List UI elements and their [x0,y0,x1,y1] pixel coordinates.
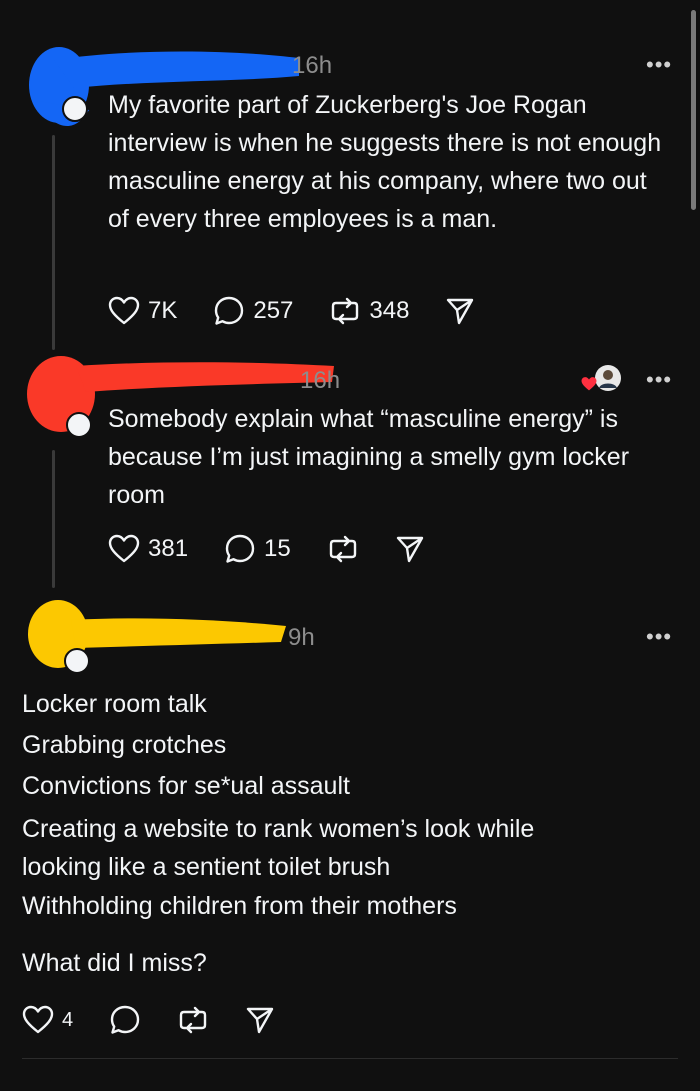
comment-icon [110,1005,140,1034]
follow-badge[interactable] [66,412,92,438]
like-count: 4 [62,1008,74,1031]
share-button[interactable] [245,1005,275,1035]
heart-icon [108,534,140,563]
more-icon[interactable]: ••• [646,52,672,78]
post-time: 16h [292,52,333,79]
send-icon [396,536,423,563]
repost-icon [329,535,356,563]
scrollbar[interactable] [691,10,696,210]
post-text: Somebody explain what “masculine energy”… [108,405,630,509]
heart-icon [108,296,140,325]
post-actions: 4 [22,1004,311,1036]
text-line: Withholding children from their mothers [22,892,457,920]
send-icon [447,298,474,325]
like-button[interactable]: 4 [22,1005,73,1035]
liked-by-avatar[interactable] [580,364,624,394]
post-closing-text: What did I miss? [22,949,207,977]
like-count: 7K [148,297,178,324]
share-button[interactable] [445,296,475,326]
more-icon[interactable]: ••• [646,367,672,393]
share-button[interactable] [395,534,425,564]
repost-icon [179,1006,207,1034]
post-text: My favorite part of Zuckerberg's Joe Rog… [108,91,662,233]
comment-icon [225,534,255,563]
post-actions: 381 15 [108,533,461,565]
follow-badge[interactable] [62,96,88,122]
send-icon [246,1007,274,1034]
reply-count: 257 [253,297,294,324]
redaction-yellow [28,600,286,668]
follow-badge[interactable] [64,648,90,674]
repost-button[interactable] [177,1004,209,1036]
heart-badge-icon [581,377,597,391]
divider [22,1058,678,1059]
like-button[interactable]: 381 [108,534,188,564]
reply-button[interactable]: 15 [224,533,291,565]
thread-line [52,450,55,588]
more-icon[interactable]: ••• [646,624,672,650]
repost-button[interactable]: 348 [329,295,409,327]
repost-icon [332,297,359,325]
text-line: Locker room talk [22,690,207,718]
heart-icon [22,1005,54,1034]
post-text: Locker room talk Grabbing crotches Convi… [22,684,662,927]
text-line: looking like a sentient toilet brush [22,853,391,881]
repost-button[interactable] [327,533,359,565]
text-line: Convictions for se*ual assault [22,772,350,800]
comment-icon [215,296,244,325]
thread-line [52,135,55,350]
text-line: Creating a website to rank women’s look … [22,815,535,843]
like-count: 381 [148,535,189,562]
reply-button[interactable] [109,1004,141,1036]
post-actions: 7K 257 348 [108,295,511,327]
like-button[interactable]: 7K [108,296,177,326]
repost-count: 348 [369,297,410,324]
reply-count: 15 [264,535,291,562]
reply-button[interactable]: 257 [213,295,293,327]
post-time: 16h [300,367,341,394]
post-time: 9h [288,624,315,651]
text-line: Grabbing crotches [22,731,227,759]
